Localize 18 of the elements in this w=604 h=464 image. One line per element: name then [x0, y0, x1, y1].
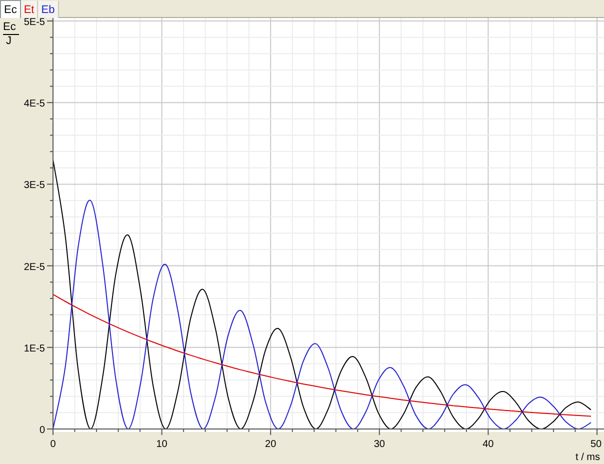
x-tick-label: 30	[374, 439, 385, 450]
y-tick-label: 0	[39, 425, 45, 436]
tab[interactable]: Et	[20, 1, 38, 18]
x-axis-title: t / ms	[576, 452, 600, 463]
x-tick-label: 20	[265, 439, 276, 450]
y-tick-label: 3E-5	[24, 180, 45, 192]
x-tick-label: 50	[590, 439, 602, 450]
y-tick-label: 1E-5	[24, 343, 45, 354]
axis-unit-label: J	[5, 35, 12, 48]
y-tick-label: 4E-5	[24, 98, 45, 110]
x-tick-label: 40	[482, 439, 494, 450]
axis-quantity-label: Ec	[3, 21, 19, 35]
x-tick-label: 0	[50, 439, 56, 450]
y-tick-label: 5E-5	[24, 18, 45, 28]
tab[interactable]: Eb	[38, 1, 59, 18]
x-tick-label: 10	[156, 439, 168, 450]
tab[interactable]: Ec	[0, 0, 21, 18]
y-tick-label: 2E-5	[24, 262, 45, 273]
